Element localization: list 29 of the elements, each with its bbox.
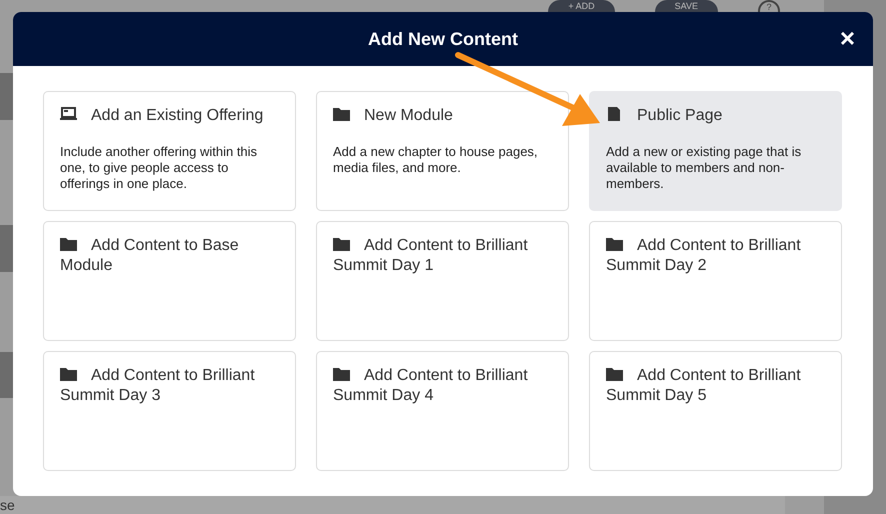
option-card[interactable]: Add an Existing Offering Include another offering within this one, to give people access to offerings in one place.	[43, 91, 296, 211]
background-panel	[0, 73, 14, 120]
header-button[interactable]: + ADD	[548, 0, 615, 12]
option-description: Include another offering within this one, to give people access to offerings in one place.	[60, 144, 258, 192]
laptop-icon	[60, 107, 77, 121]
close-button[interactable]: ×	[840, 26, 855, 50]
option-card[interactable]: Add Content to Brilliant Summit Day 4	[316, 351, 569, 471]
option-card[interactable]: Add Content to Brilliant Summit Day 2	[589, 221, 842, 341]
option-card[interactable]: Add Content to Brilliant Summit Day 3	[43, 351, 296, 471]
background-panel	[0, 225, 14, 272]
document-icon	[606, 107, 623, 121]
folder-icon	[333, 107, 350, 121]
folder-icon	[60, 237, 77, 251]
option-description: Add a new chapter to house pages, media files, and more.	[333, 144, 539, 176]
folder-icon	[606, 237, 623, 251]
option-card[interactable]: Add Content to Brilliant Summit Day 5	[589, 351, 842, 471]
folder-icon	[333, 367, 350, 381]
header-button[interactable]: SAVE	[654, 0, 718, 12]
option-card[interactable]: Add Content to Brilliant Summit Day 1	[316, 221, 569, 341]
option-card[interactable]: Public Page Add a new or existing page that is available to members and non-members.	[589, 91, 842, 211]
folder-icon	[333, 237, 350, 251]
option-description: Add a new or existing page that is available to members and non-members.	[606, 144, 802, 192]
folder-icon	[606, 367, 623, 381]
background-panel	[0, 352, 14, 398]
background-field: se	[0, 496, 785, 514]
option-card[interactable]: New Module Add a new chapter to house pages, media files, and more.	[316, 91, 569, 211]
option-card[interactable]: Add Content to Base Module	[43, 221, 296, 341]
modal-title: Add New Content	[368, 28, 518, 50]
folder-icon	[60, 367, 77, 381]
